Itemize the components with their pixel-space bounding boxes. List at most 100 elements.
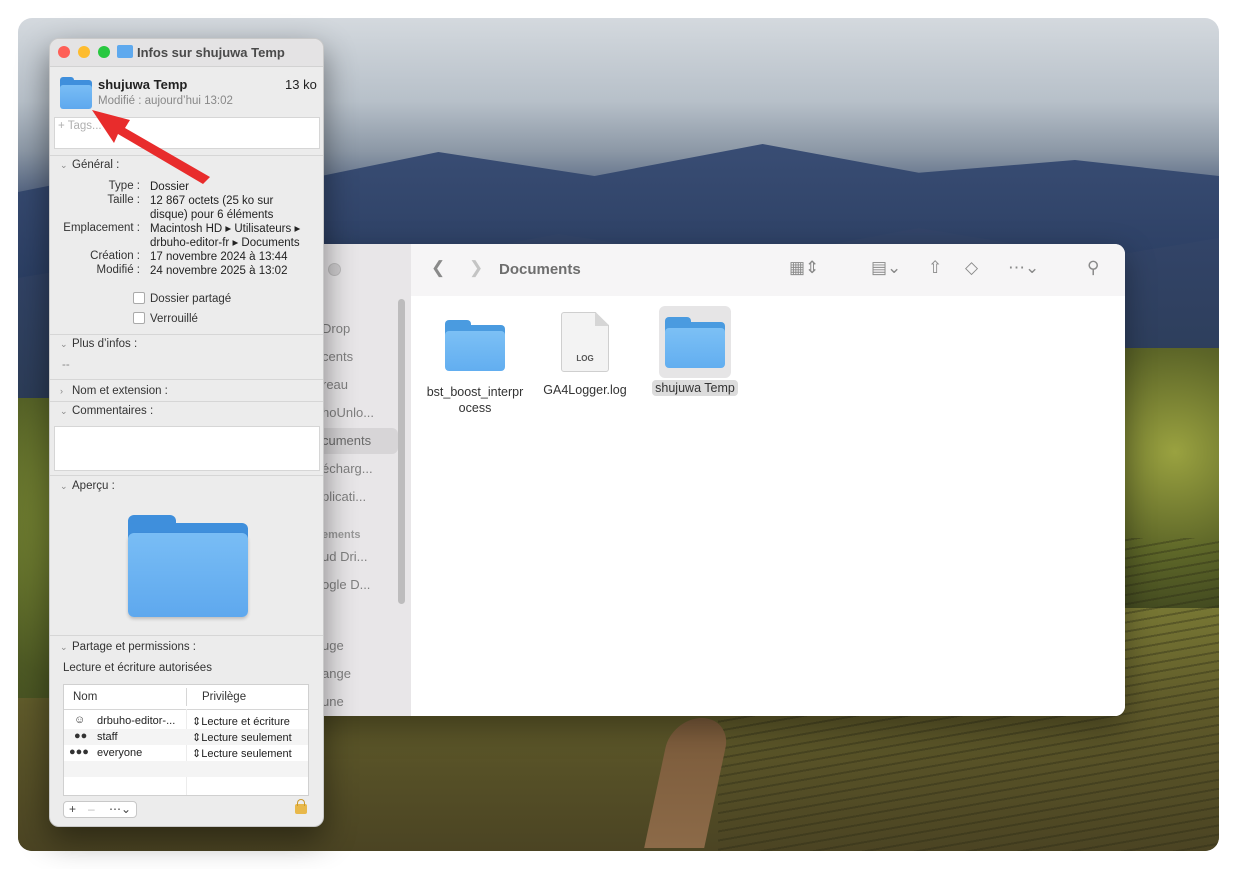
row-privilege[interactable]: ⇕Lecture seulement (192, 747, 292, 760)
section-sharing[interactable]: ⌄ Partage et permissions : (60, 641, 196, 653)
section-name-extension[interactable]: › Nom et extension : (60, 385, 168, 397)
modified-value: 24 novembre 2025 à 13:02 (150, 265, 288, 277)
section-label: Général : (72, 159, 120, 171)
get-info-window: Infos sur shujuwa Temp shujuwa Temp 13 k… (49, 38, 324, 827)
row-name: drbuho-editor-... (97, 715, 176, 727)
row-privilege[interactable]: ⇕Lecture seulement (192, 731, 292, 744)
traffic-light-icon[interactable] (328, 263, 341, 276)
folder-icon-wrap (659, 306, 731, 378)
chevron-down-icon: ⌄ (60, 339, 68, 349)
add-button[interactable]: + (69, 802, 76, 816)
permissions-table: Nom Privilège ☺ drbuho-editor-... ⇕Lectu… (63, 684, 309, 796)
forward-chevron-icon[interactable]: ❯ (469, 258, 483, 278)
sidebar-item-recents[interactable]: cents (322, 349, 353, 364)
sidebar-item-airdrop[interactable]: Drop (322, 321, 350, 336)
lock-icon[interactable] (295, 799, 307, 814)
sidebar-tag-orange[interactable]: ange (322, 666, 351, 681)
chevron-down-icon: ⌄ (60, 481, 68, 491)
col-name[interactable]: Nom (73, 691, 97, 703)
sidebar-item-icloud-drive[interactable]: ud Dri... (322, 549, 368, 564)
sidebar-item-applications[interactable]: plicati... (322, 489, 366, 504)
sidebar-item-downloads[interactable]: écharg... (322, 461, 373, 476)
section-label: Partage et permissions : (72, 641, 197, 653)
finder-title: Documents (499, 261, 581, 278)
privilege-value: Lecture et écriture (201, 716, 290, 728)
more-actions-icon[interactable]: ⋯⌄ (1008, 258, 1039, 278)
everyone-icon: ●●● (69, 746, 89, 758)
file-item-shujuwa-temp[interactable]: shujuwa Temp (645, 306, 745, 396)
item-size: 13 ko (285, 77, 317, 92)
tags-field[interactable]: + Tags... (54, 117, 320, 149)
tag-icon[interactable]: ◇ (965, 258, 978, 278)
folder-icon (445, 320, 505, 372)
user-icon: ☺ (74, 714, 86, 726)
zoom-button[interactable] (98, 46, 110, 58)
divider (50, 635, 323, 636)
locked-checkbox[interactable]: Verrouillé (133, 312, 198, 325)
file-item-ga4logger[interactable]: LOG GA4Logger.log (535, 312, 635, 398)
checkbox-box[interactable] (133, 292, 145, 304)
finder-window: Drop cents reau hoUnlo... cuments écharg… (300, 244, 1125, 716)
sidebar-item-google-drive[interactable]: ogle D... (322, 577, 370, 592)
preview-folder-icon (128, 515, 248, 617)
section-comments[interactable]: ⌄ Commentaires : (60, 405, 153, 417)
file-item-bst-boost[interactable]: bst_boost_interprocess (425, 314, 525, 416)
divider (50, 475, 323, 476)
section-label: Nom et extension : (72, 385, 168, 397)
close-button[interactable] (58, 46, 70, 58)
row-name: staff (97, 731, 118, 743)
created-value: 17 novembre 2024 à 13:44 (150, 251, 288, 263)
info-titlebar[interactable]: Infos sur shujuwa Temp (50, 39, 323, 67)
back-chevron-icon[interactable]: ❮ (431, 258, 445, 278)
shared-folder-checkbox[interactable]: Dossier partagé (133, 292, 231, 305)
divider (50, 155, 323, 156)
table-row-empty (64, 761, 308, 777)
minimize-button[interactable] (78, 46, 90, 58)
checkbox-box[interactable] (133, 312, 145, 324)
group-by-icon[interactable]: ▤⌄ (871, 258, 901, 278)
divider (50, 401, 323, 402)
section-label: Aperçu : (72, 480, 115, 492)
table-row[interactable]: ☺ drbuho-editor-... ⇕Lecture et écriture (64, 713, 308, 729)
section-general[interactable]: ⌄ Général : (60, 159, 119, 171)
folder-icon-wrap (425, 314, 525, 378)
divider (50, 334, 323, 335)
section-preview[interactable]: ⌄ Aperçu : (60, 480, 115, 492)
size-value: 12 867 octets (25 ko sur disque) pour 6 … (150, 195, 274, 221)
section-more-info[interactable]: ⌄ Plus d’infos : (60, 338, 137, 350)
finder-content: bst_boost_interprocess LOG GA4Logger.log… (411, 296, 1125, 716)
table-row[interactable]: ●●● everyone ⇕Lecture seulement (64, 745, 308, 761)
file-label: shujuwa Temp (652, 380, 738, 396)
modified-line: Modifié : aujourd’hui 13:02 (98, 95, 233, 107)
file-label-wrap: shujuwa Temp (645, 380, 745, 396)
sidebar-item-desktop[interactable]: reau (322, 377, 348, 392)
doc-badge: LOG (576, 354, 594, 363)
file-label: bst_boost_interprocess (426, 385, 524, 415)
permission-buttons: + – ⋯⌄ (63, 801, 137, 818)
sidebar-tag-red[interactable]: uge (322, 638, 344, 653)
checkbox-label: Dossier partagé (150, 293, 232, 305)
tags-placeholder: + Tags... (58, 120, 102, 132)
action-menu-icon[interactable]: ⋯⌄ (109, 802, 131, 816)
sidebar-item-buhounlocker[interactable]: hoUnlo... (322, 405, 374, 420)
created-label: Création : (90, 250, 140, 262)
table-row[interactable]: ●● staff ⇕Lecture seulement (64, 729, 308, 745)
sidebar-tag-yellow[interactable]: une (322, 694, 344, 709)
share-icon[interactable]: ⇧ (928, 258, 942, 278)
row-privilege[interactable]: ⇕Lecture et écriture (192, 715, 290, 728)
remove-button[interactable]: – (88, 802, 95, 816)
view-grid-icon[interactable]: ▦⇕ (789, 258, 819, 278)
folder-icon (60, 77, 92, 109)
modified-label: Modifié : (96, 264, 140, 276)
col-privilege[interactable]: Privilège (202, 691, 246, 703)
checkbox-label: Verrouillé (150, 313, 198, 325)
group-icon: ●● (74, 730, 88, 742)
item-name: shujuwa Temp (98, 77, 188, 92)
sidebar-section-header: ements (322, 529, 361, 541)
comments-field[interactable] (54, 426, 320, 471)
location-value: Macintosh HD ▸ Utilisateurs ▸ drbuho-edi… (150, 223, 301, 249)
folder-icon (665, 317, 725, 369)
search-icon[interactable]: ⚲ (1087, 258, 1099, 278)
finder-toolbar: ❮ ❯ Documents ▦⇕ ▤⌄ ⇧ ◇ ⋯⌄ ⚲ (411, 244, 1125, 297)
sidebar-scrollbar[interactable] (398, 299, 405, 604)
